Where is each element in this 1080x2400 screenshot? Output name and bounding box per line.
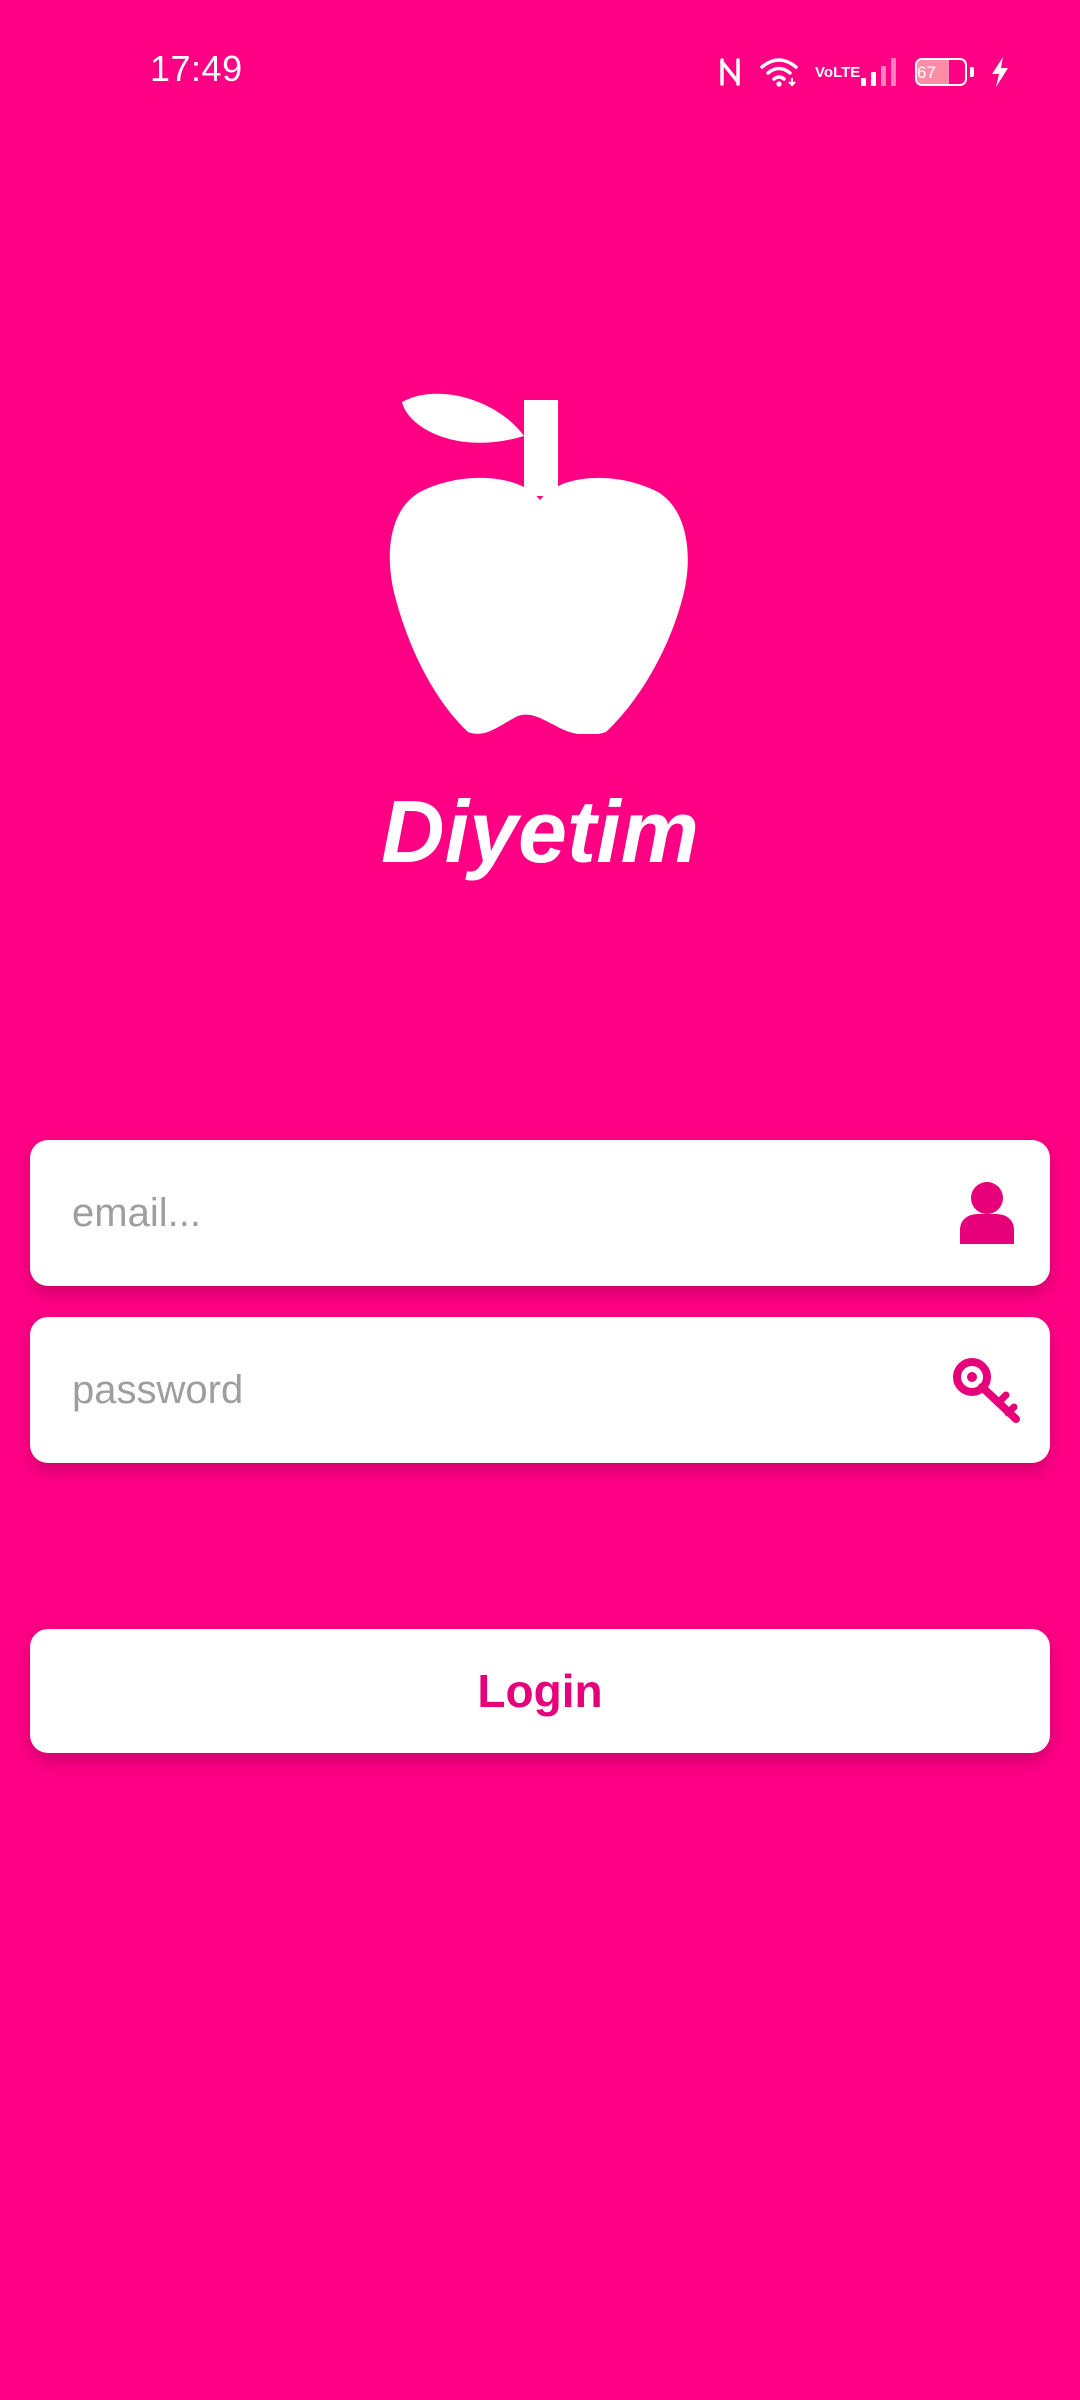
status-time: 17:49	[150, 48, 243, 89]
volte-bottom-label: LTE	[833, 63, 861, 81]
password-field-container[interactable]	[30, 1317, 1050, 1463]
user-icon	[952, 1178, 1022, 1248]
signal-icon	[859, 56, 899, 88]
status-icons: Vo LTE 67	[717, 50, 1010, 94]
battery-nub	[970, 67, 974, 77]
volte-icon: Vo LTE	[815, 63, 860, 81]
wifi-icon	[759, 56, 799, 88]
key-icon	[952, 1355, 1022, 1425]
login-button[interactable]: Login	[30, 1629, 1050, 1753]
email-field-container[interactable]	[30, 1140, 1050, 1286]
email-input[interactable]	[72, 1140, 932, 1286]
nfc-icon	[717, 56, 743, 88]
charging-icon	[990, 56, 1010, 88]
volte-top-label: Vo	[815, 63, 834, 81]
apple-icon	[388, 388, 692, 735]
status-bar: 17:49 Vo LTE 67	[0, 0, 1080, 140]
battery-icon: 67	[915, 58, 967, 86]
app-title: Diyetim	[381, 782, 699, 881]
battery-label: 67	[917, 62, 936, 82]
password-input[interactable]	[72, 1317, 932, 1463]
